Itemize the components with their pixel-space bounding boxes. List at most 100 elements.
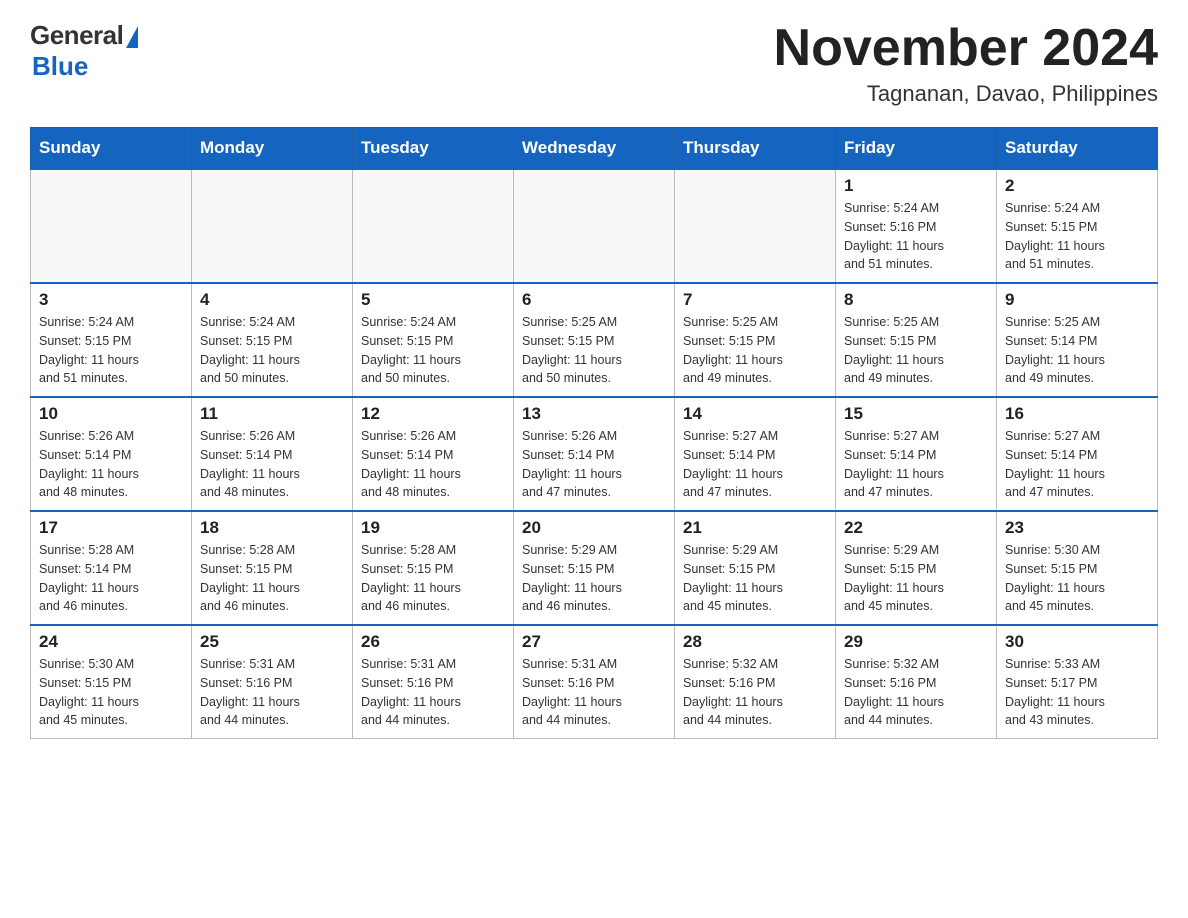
calendar-cell: 27 Sunrise: 5:31 AM Sunset: 5:16 PM Dayli… [514,625,675,739]
day-info: Sunrise: 5:26 AM Sunset: 5:14 PM Dayligh… [361,427,505,502]
day-number: 29 [844,632,988,652]
day-number: 24 [39,632,183,652]
logo: General Blue [30,20,138,82]
day-info: Sunrise: 5:25 AM Sunset: 5:14 PM Dayligh… [1005,313,1149,388]
day-info: Sunrise: 5:31 AM Sunset: 5:16 PM Dayligh… [361,655,505,730]
calendar-cell: 15 Sunrise: 5:27 AM Sunset: 5:14 PM Dayli… [836,397,997,511]
day-info: Sunrise: 5:31 AM Sunset: 5:16 PM Dayligh… [522,655,666,730]
calendar-cell: 9 Sunrise: 5:25 AM Sunset: 5:14 PM Daylig… [997,283,1158,397]
day-info: Sunrise: 5:24 AM Sunset: 5:15 PM Dayligh… [361,313,505,388]
day-number: 30 [1005,632,1149,652]
day-number: 15 [844,404,988,424]
calendar-cell: 16 Sunrise: 5:27 AM Sunset: 5:14 PM Dayli… [997,397,1158,511]
day-number: 7 [683,290,827,310]
weekday-header-tuesday: Tuesday [353,128,514,170]
day-number: 19 [361,518,505,538]
weekday-header-friday: Friday [836,128,997,170]
day-info: Sunrise: 5:27 AM Sunset: 5:14 PM Dayligh… [683,427,827,502]
day-info: Sunrise: 5:24 AM Sunset: 5:15 PM Dayligh… [1005,199,1149,274]
day-number: 21 [683,518,827,538]
day-info: Sunrise: 5:29 AM Sunset: 5:15 PM Dayligh… [844,541,988,616]
week-row-5: 24Sunrise: 5:30 AM Sunset: 5:15 PM Dayli… [31,625,1158,739]
logo-triangle-icon [126,26,138,48]
day-number: 1 [844,176,988,196]
calendar-cell: 10 Sunrise: 5:26 AM Sunset: 5:14 PM Dayli… [31,397,192,511]
day-number: 20 [522,518,666,538]
day-number: 3 [39,290,183,310]
day-info: Sunrise: 5:24 AM Sunset: 5:15 PM Dayligh… [200,313,344,388]
day-number: 18 [200,518,344,538]
calendar-cell: 19 Sunrise: 5:28 AM Sunset: 5:15 PM Dayli… [353,511,514,625]
day-number: 23 [1005,518,1149,538]
day-info: Sunrise: 5:26 AM Sunset: 5:14 PM Dayligh… [39,427,183,502]
weekday-header-saturday: Saturday [997,128,1158,170]
calendar-cell: 6Sunrise: 5:25 AM Sunset: 5:15 PM Daylig… [514,283,675,397]
weekday-header-wednesday: Wednesday [514,128,675,170]
calendar-cell: 20Sunrise: 5:29 AM Sunset: 5:15 PM Dayli… [514,511,675,625]
calendar-cell: 24Sunrise: 5:30 AM Sunset: 5:15 PM Dayli… [31,625,192,739]
weekday-header-thursday: Thursday [675,128,836,170]
calendar-cell [514,169,675,283]
title-area: November 2024 Tagnanan, Davao, Philippin… [774,20,1158,107]
calendar-cell: 13Sunrise: 5:26 AM Sunset: 5:14 PM Dayli… [514,397,675,511]
day-info: Sunrise: 5:27 AM Sunset: 5:14 PM Dayligh… [844,427,988,502]
calendar-cell: 22 Sunrise: 5:29 AM Sunset: 5:15 PM Dayli… [836,511,997,625]
weekday-header-monday: Monday [192,128,353,170]
day-number: 22 [844,518,988,538]
day-number: 8 [844,290,988,310]
day-info: Sunrise: 5:30 AM Sunset: 5:15 PM Dayligh… [1005,541,1149,616]
calendar-cell: 2Sunrise: 5:24 AM Sunset: 5:15 PM Daylig… [997,169,1158,283]
calendar-cell: 3Sunrise: 5:24 AM Sunset: 5:15 PM Daylig… [31,283,192,397]
calendar-cell [31,169,192,283]
day-info: Sunrise: 5:28 AM Sunset: 5:15 PM Dayligh… [361,541,505,616]
calendar-cell [192,169,353,283]
day-number: 16 [1005,404,1149,424]
day-info: Sunrise: 5:26 AM Sunset: 5:14 PM Dayligh… [200,427,344,502]
day-info: Sunrise: 5:29 AM Sunset: 5:15 PM Dayligh… [683,541,827,616]
calendar-cell: 21 Sunrise: 5:29 AM Sunset: 5:15 PM Dayli… [675,511,836,625]
day-info: Sunrise: 5:25 AM Sunset: 5:15 PM Dayligh… [683,313,827,388]
day-number: 14 [683,404,827,424]
week-row-3: 10 Sunrise: 5:26 AM Sunset: 5:14 PM Dayli… [31,397,1158,511]
day-number: 5 [361,290,505,310]
weekday-header-row: SundayMondayTuesdayWednesdayThursdayFrid… [31,128,1158,170]
day-number: 4 [200,290,344,310]
logo-blue-text: Blue [32,51,88,81]
day-info: Sunrise: 5:24 AM Sunset: 5:16 PM Dayligh… [844,199,988,274]
calendar-cell: 8 Sunrise: 5:25 AM Sunset: 5:15 PM Daylig… [836,283,997,397]
calendar-cell: 29 Sunrise: 5:32 AM Sunset: 5:16 PM Dayli… [836,625,997,739]
calendar-cell: 7 Sunrise: 5:25 AM Sunset: 5:15 PM Daylig… [675,283,836,397]
calendar-cell: 17Sunrise: 5:28 AM Sunset: 5:14 PM Dayli… [31,511,192,625]
calendar-cell: 30Sunrise: 5:33 AM Sunset: 5:17 PM Dayli… [997,625,1158,739]
day-number: 17 [39,518,183,538]
location-title: Tagnanan, Davao, Philippines [774,81,1158,107]
day-info: Sunrise: 5:25 AM Sunset: 5:15 PM Dayligh… [522,313,666,388]
day-info: Sunrise: 5:27 AM Sunset: 5:14 PM Dayligh… [1005,427,1149,502]
week-row-1: 1 Sunrise: 5:24 AM Sunset: 5:16 PM Daylig… [31,169,1158,283]
weekday-header-sunday: Sunday [31,128,192,170]
week-row-4: 17Sunrise: 5:28 AM Sunset: 5:14 PM Dayli… [31,511,1158,625]
calendar-cell [353,169,514,283]
day-info: Sunrise: 5:28 AM Sunset: 5:15 PM Dayligh… [200,541,344,616]
day-number: 25 [200,632,344,652]
calendar-cell: 28 Sunrise: 5:32 AM Sunset: 5:16 PM Dayli… [675,625,836,739]
day-info: Sunrise: 5:25 AM Sunset: 5:15 PM Dayligh… [844,313,988,388]
calendar-cell: 26 Sunrise: 5:31 AM Sunset: 5:16 PM Dayli… [353,625,514,739]
week-row-2: 3 Sunrise: 5:24 AM Sunset: 5:15 PM Daylig… [31,283,1158,397]
day-number: 10 [39,404,183,424]
day-number: 9 [1005,290,1149,310]
calendar-table: SundayMondayTuesdayWednesdayThursdayFrid… [30,127,1158,739]
day-info: Sunrise: 5:32 AM Sunset: 5:16 PM Dayligh… [844,655,988,730]
calendar-cell: 18 Sunrise: 5:28 AM Sunset: 5:15 PM Dayli… [192,511,353,625]
day-info: Sunrise: 5:32 AM Sunset: 5:16 PM Dayligh… [683,655,827,730]
day-number: 27 [522,632,666,652]
day-info: Sunrise: 5:26 AM Sunset: 5:14 PM Dayligh… [522,427,666,502]
calendar-cell: 14 Sunrise: 5:27 AM Sunset: 5:14 PM Dayli… [675,397,836,511]
day-number: 28 [683,632,827,652]
day-info: Sunrise: 5:31 AM Sunset: 5:16 PM Dayligh… [200,655,344,730]
day-number: 26 [361,632,505,652]
calendar-cell: 5 Sunrise: 5:24 AM Sunset: 5:15 PM Daylig… [353,283,514,397]
calendar-cell [675,169,836,283]
calendar-cell: 25 Sunrise: 5:31 AM Sunset: 5:16 PM Dayli… [192,625,353,739]
logo-general-text: General [30,20,123,51]
